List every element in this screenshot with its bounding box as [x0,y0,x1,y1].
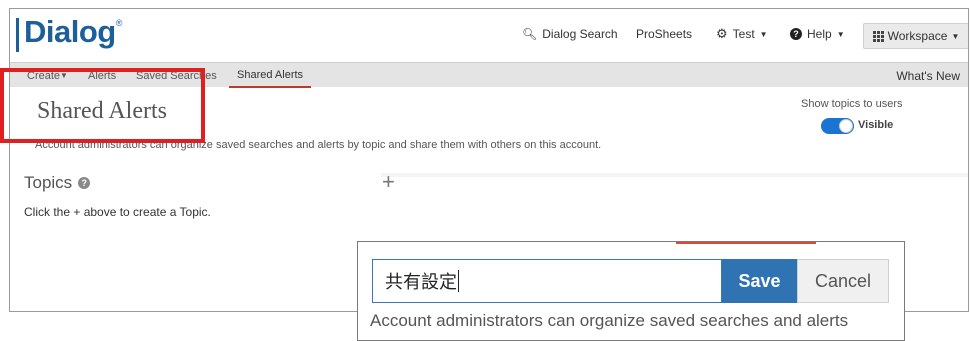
show-topics-label: Show topics to users [801,98,903,110]
inset-accent-line [676,242,816,244]
visibility-state-label: Visible [858,119,894,131]
zoomed-topic-editor: 共有設定 Save Cancel Account administrators … [357,241,905,341]
cancel-button[interactable]: Cancel [797,259,889,303]
text-cursor [458,270,459,292]
question-icon[interactable]: ? [78,177,91,189]
header: Dialog® 🔍︎ Dialog Search ProSheets ⚙ Tes… [10,9,968,59]
create-topic-hint: Click the + above to create a Topic. [24,205,211,219]
subnav-shared-alerts[interactable]: Shared Alerts [229,63,312,88]
dialog-search-link[interactable]: 🔍︎ Dialog Search [522,9,618,59]
topics-heading: Topics ? [24,173,91,193]
help-icon: ? [790,28,802,40]
highlight-box [0,68,205,143]
test-menu[interactable]: ⚙ Test ▼ [716,9,768,59]
grid-icon [872,30,884,42]
topic-name-input[interactable]: 共有設定 [372,259,722,303]
search-icon: 🔍︎ [522,27,538,41]
help-menu[interactable]: ? Help ▼ [790,9,845,59]
caret-down-icon: ▼ [759,29,768,39]
visibility-toggle[interactable] [821,118,854,134]
caret-down-icon: ▼ [836,29,845,39]
gear-icon: ⚙ [716,26,728,41]
add-topic-button[interactable]: + [382,169,395,195]
workspace-menu-button[interactable]: Workspace ▼ [863,23,968,49]
prosheets-link[interactable]: ProSheets [636,9,692,59]
save-button[interactable]: Save [722,259,797,303]
caret-down-icon: ▼ [951,31,960,41]
logo-accent-bar [16,18,19,52]
inset-description: Account administrators can organize save… [370,311,849,330]
whats-new-link[interactable]: What's New [896,63,960,88]
dialog-logo[interactable]: Dialog® [24,14,122,50]
topics-panel-bar [381,173,968,177]
